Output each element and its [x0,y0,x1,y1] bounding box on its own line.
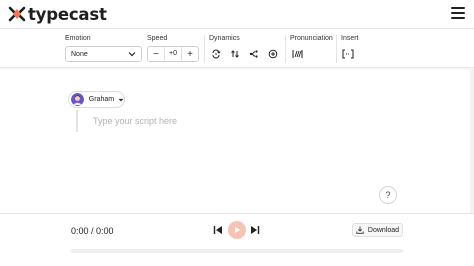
voice-name: Graham [88,96,115,103]
download-button[interactable]: Download [352,223,403,237]
speed-decrease-button[interactable]: − [148,47,164,61]
logo-mark-icon [8,6,26,22]
voice-avatar [71,93,84,106]
speed-label: Speed [147,35,168,42]
insert-label: Insert [341,35,359,42]
caret-down-icon [118,98,124,101]
updown-arrows-icon[interactable] [230,49,240,59]
phoneme-icon[interactable] [292,49,303,59]
typecast-logo[interactable]: typecast [8,4,107,24]
skip-next-icon[interactable] [250,225,260,235]
hamburger-menu-button[interactable] [451,7,465,19]
brand-name: typecast [28,4,107,24]
menu-icon-line [451,12,465,14]
toolbar-divider [285,35,286,63]
speed-value: +0 [164,47,182,61]
insert-pause-icon[interactable] [342,49,354,59]
pitch-loop-icon[interactable] [211,49,221,59]
script-line-indicator [76,110,78,132]
menu-icon [451,7,465,9]
emotion-label: Emotion [65,35,91,42]
app-header: typecast [0,0,474,28]
add-circle-icon[interactable] [268,49,278,59]
editor-toolbar: Emotion None Speed − +0 + Dynamics Pronu… [0,28,474,68]
voice-selector[interactable]: Graham [68,91,125,108]
download-icon [356,226,364,234]
playback-time: 0:00 / 0:00 [71,226,114,236]
scrollbar[interactable] [470,69,474,213]
playback-progress-bar[interactable] [71,249,403,253]
audio-player: 0:00 / 0:00 Download [0,213,474,266]
speed-stepper: − +0 + [147,46,199,62]
pronunciation-label: Pronunciation [290,35,333,42]
help-button[interactable]: ? [379,186,397,204]
speed-increase-button[interactable]: + [182,47,198,61]
emotion-value: None [71,51,88,58]
menu-icon-line [451,17,465,19]
chevron-down-icon [128,52,136,57]
toolbar-divider [336,35,337,63]
download-label: Download [367,226,400,234]
script-input[interactable]: Type your script here [93,116,177,126]
play-icon [235,227,240,233]
dynamics-label: Dynamics [209,35,240,42]
emotion-select[interactable]: None [65,46,142,62]
play-button[interactable] [228,221,246,239]
branch-icon[interactable] [249,49,259,59]
skip-previous-icon[interactable] [213,225,223,235]
toolbar-divider [204,35,205,63]
